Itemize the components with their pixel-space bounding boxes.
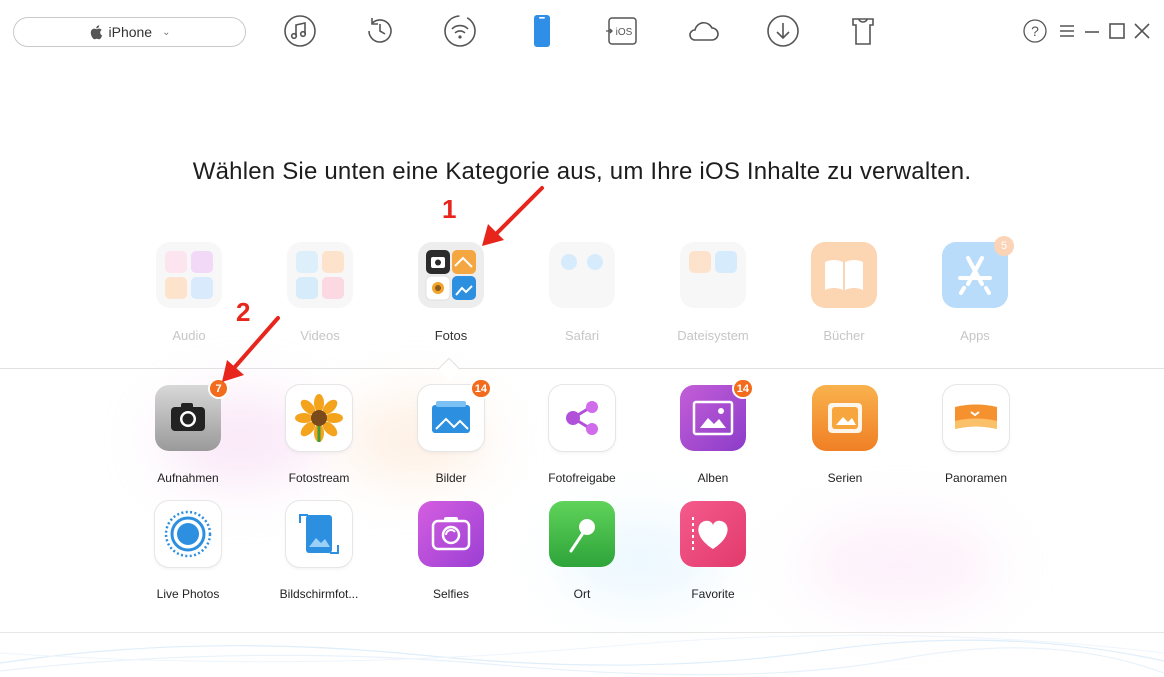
category-videos[interactable]: Videos — [280, 242, 360, 343]
help-button[interactable]: ? — [1023, 19, 1047, 43]
category-buecher[interactable]: Bücher — [804, 242, 884, 343]
device-icon — [534, 15, 550, 47]
videos-icon — [287, 242, 353, 308]
category-label: Fotos — [434, 328, 468, 343]
apps-badge: 5 — [994, 236, 1014, 256]
item-label: Bildschirmfot... — [279, 587, 359, 601]
section-divider — [0, 368, 1164, 369]
item-label: Serien — [827, 471, 863, 485]
albums-icon: 14 — [680, 378, 754, 451]
category-label: Videos — [300, 328, 340, 343]
history-button[interactable] — [361, 12, 399, 50]
item-alben[interactable]: 14 Alben — [658, 378, 768, 485]
history-icon — [368, 18, 392, 43]
close-button[interactable] — [1131, 20, 1153, 42]
app-window: iPhone ⌄ iOS ? Wählen Sie unten eine Kat… — [0, 0, 1164, 677]
selfie-camera-icon — [418, 501, 484, 567]
safari-icon — [549, 242, 615, 308]
category-label: Bücher — [823, 328, 865, 343]
filesystem-icon — [680, 242, 746, 308]
panorama-icon — [943, 385, 1009, 451]
help-label: ? — [1031, 23, 1039, 39]
category-apps[interactable]: 5 Apps — [935, 236, 1015, 343]
minimize-icon — [1085, 31, 1099, 33]
toolbox-button[interactable] — [844, 12, 882, 50]
item-bilder[interactable]: 14 Bilder — [396, 378, 506, 485]
item-label: Ort — [573, 587, 591, 601]
item-favorite[interactable]: Favorite — [658, 501, 768, 601]
category-label: Dateisystem — [677, 328, 749, 343]
annotation-arrow-1 — [482, 186, 544, 246]
category-safari[interactable]: Safari — [542, 242, 622, 343]
item-serien[interactable]: Serien — [790, 385, 900, 485]
item-label: Bilder — [435, 471, 467, 485]
wifi-sync-icon — [444, 15, 476, 47]
item-label: Alben — [697, 471, 729, 485]
item-label: Favorite — [691, 587, 735, 601]
tshirt-icon — [852, 18, 874, 45]
background-glow — [800, 520, 1000, 610]
chevron-down-icon: ⌄ — [162, 26, 171, 38]
music-icon — [284, 15, 316, 47]
maximize-button[interactable] — [1106, 20, 1128, 42]
download-icon — [767, 15, 799, 47]
ios-transfer-icon: iOS — [606, 17, 637, 45]
category-label: Apps — [960, 328, 990, 343]
music-button[interactable] — [281, 12, 319, 50]
alben-badge: 14 — [731, 378, 754, 399]
menu-button[interactable] — [1056, 20, 1078, 42]
item-aufnahmen[interactable]: 7 Aufnahmen — [133, 378, 243, 485]
minimize-button[interactable] — [1081, 20, 1103, 42]
device-selector[interactable]: iPhone ⌄ — [13, 17, 246, 47]
pictures-icon: 14 — [418, 378, 492, 451]
maximize-icon — [1109, 23, 1125, 39]
item-label: Aufnahmen — [157, 471, 219, 485]
item-bildschirmfotos[interactable]: Bildschirmfot... — [264, 501, 374, 601]
live-photos-icon — [155, 501, 221, 567]
icloud-button[interactable] — [684, 12, 722, 50]
bursts-icon — [812, 385, 878, 451]
item-ort[interactable]: Ort — [527, 501, 637, 601]
svg-text:iOS: iOS — [616, 27, 633, 38]
item-label: Fotostream — [288, 471, 350, 485]
category-fotos[interactable]: Fotos — [411, 242, 491, 343]
category-label: Safari — [565, 328, 599, 343]
annotation-arrow-2 — [222, 316, 280, 382]
share-icon — [549, 385, 615, 451]
camera-icon: 7 — [155, 378, 229, 451]
apps-icon: 5 — [942, 236, 1014, 308]
footer-wave-decoration — [0, 634, 1164, 676]
device-name: iPhone — [108, 24, 153, 40]
books-icon — [811, 242, 877, 308]
screenshot-icon — [286, 501, 352, 567]
category-dateisystem[interactable]: Dateisystem — [673, 242, 753, 343]
item-label: Live Photos — [156, 587, 220, 601]
ios-transfer-button[interactable]: iOS — [603, 12, 641, 50]
item-label: Selfies — [432, 587, 470, 601]
menu-icon — [1060, 25, 1074, 37]
sunflower-icon — [286, 385, 352, 451]
help-icon: ? — [1023, 19, 1047, 43]
bilder-badge: 14 — [469, 378, 492, 399]
active-category-pointer — [437, 357, 461, 381]
item-live-photos[interactable]: Live Photos — [133, 501, 243, 601]
item-fotofreigabe[interactable]: Fotofreigabe — [527, 385, 637, 485]
device-manager-button[interactable] — [523, 12, 561, 50]
favorite-heart-icon — [680, 501, 746, 567]
item-fotostream[interactable]: Fotostream — [264, 385, 374, 485]
annotation-number-1: 1 — [442, 194, 457, 224]
audio-icon — [156, 242, 222, 308]
item-label: Panoramen — [944, 471, 1008, 485]
close-icon — [1134, 23, 1150, 39]
download-button[interactable] — [764, 12, 802, 50]
location-pin-icon — [549, 501, 615, 567]
item-label: Fotofreigabe — [548, 471, 616, 485]
item-panoramen[interactable]: Panoramen — [921, 385, 1031, 485]
icloud-icon — [689, 22, 719, 41]
apple-icon — [90, 25, 102, 40]
wifi-sync-button[interactable] — [441, 12, 479, 50]
page-headline: Wählen Sie unten eine Kategorie aus, um … — [192, 158, 972, 185]
item-selfies[interactable]: Selfies — [396, 501, 506, 601]
fotos-icon — [418, 242, 484, 308]
